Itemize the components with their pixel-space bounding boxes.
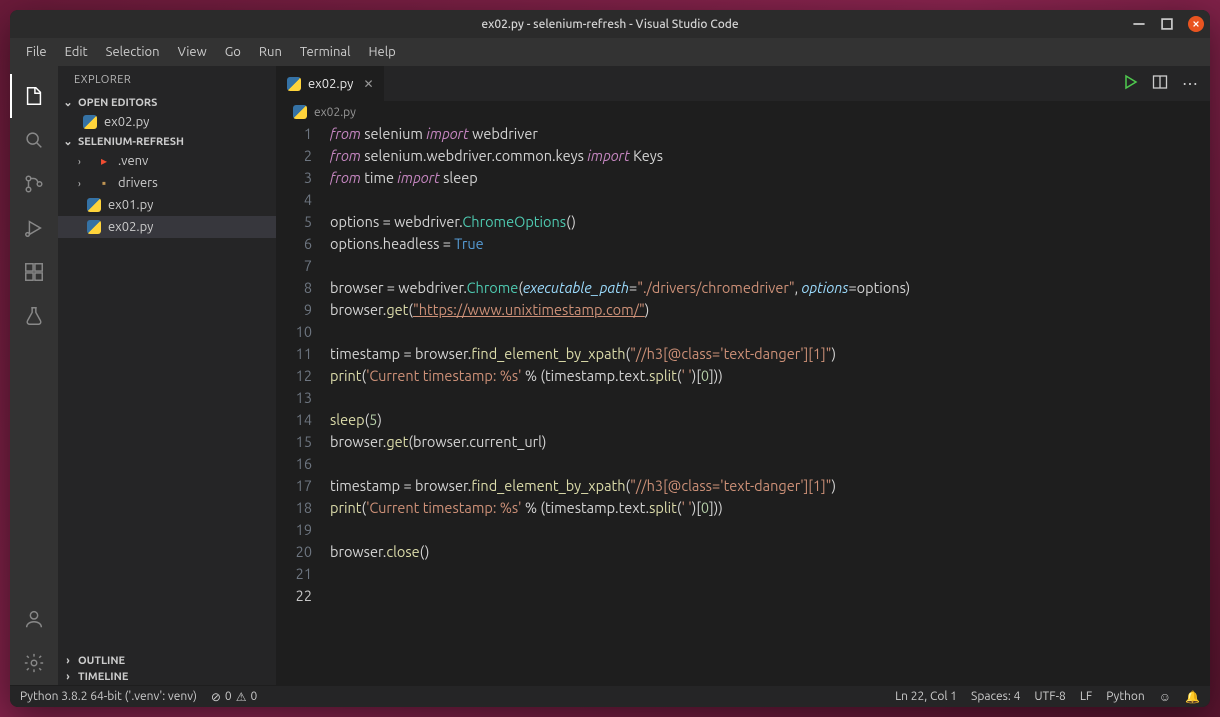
- close-button[interactable]: [1188, 16, 1204, 32]
- python-icon: [86, 197, 102, 213]
- menu-go[interactable]: Go: [217, 41, 249, 63]
- menubar: File Edit Selection View Go Run Terminal…: [10, 38, 1210, 66]
- python-icon: [86, 219, 102, 235]
- maximize-button[interactable]: [1160, 17, 1174, 31]
- folder-icon: ▪: [96, 175, 112, 191]
- python-icon: [286, 76, 302, 92]
- explorer-icon[interactable]: [10, 74, 58, 118]
- editor-actions: ⋯: [1110, 66, 1210, 101]
- sidebar: EXPLORER ⌄OPEN EDITORS ex02.py ⌄SELENIUM…: [58, 66, 276, 685]
- timeline-header[interactable]: ›TIMELINE: [58, 669, 276, 685]
- status-encoding[interactable]: UTF-8: [1034, 690, 1065, 703]
- editor: ex02.py✕ ⋯ ex02.py 123456789101112131415…: [276, 66, 1210, 685]
- status-eol[interactable]: LF: [1080, 690, 1092, 703]
- minimize-button[interactable]: [1132, 17, 1146, 31]
- code-area[interactable]: 12345678910111213141516171819202122 from…: [276, 123, 1210, 685]
- split-editor-icon[interactable]: [1152, 74, 1168, 94]
- breadcrumb[interactable]: ex02.py: [276, 101, 1210, 123]
- project-header[interactable]: ⌄SELENIUM-REFRESH: [58, 133, 276, 150]
- menu-view[interactable]: View: [170, 41, 215, 63]
- more-icon[interactable]: ⋯: [1182, 74, 1198, 93]
- menu-file[interactable]: File: [18, 41, 55, 63]
- folder-drivers[interactable]: ›▪drivers: [58, 172, 276, 194]
- menu-help[interactable]: Help: [360, 41, 403, 63]
- menu-edit[interactable]: Edit: [57, 41, 96, 63]
- search-icon[interactable]: [10, 118, 58, 162]
- close-icon[interactable]: ✕: [363, 77, 373, 91]
- file-ex01[interactable]: ex01.py: [58, 194, 276, 216]
- accounts-icon[interactable]: [10, 597, 58, 641]
- file-ex02[interactable]: ex02.py: [58, 216, 276, 238]
- status-feedback-icon[interactable]: ☺: [1159, 690, 1171, 704]
- vscode-window: ex02.py - selenium-refresh - Visual Stud…: [10, 10, 1210, 707]
- code-content[interactable]: from selenium import webdriverfrom selen…: [330, 123, 1210, 685]
- window-controls: [1132, 16, 1204, 32]
- status-spaces[interactable]: Spaces: 4: [971, 690, 1020, 703]
- menu-terminal[interactable]: Terminal: [292, 41, 359, 63]
- tabbar: ex02.py✕ ⋯: [276, 66, 1210, 101]
- status-bell-icon[interactable]: 🔔: [1185, 690, 1200, 704]
- sidebar-title: EXPLORER: [58, 66, 276, 94]
- open-editors-header[interactable]: ⌄OPEN EDITORS: [58, 94, 276, 111]
- testing-icon[interactable]: [10, 294, 58, 338]
- source-control-icon[interactable]: [10, 162, 58, 206]
- menu-selection[interactable]: Selection: [98, 41, 168, 63]
- gutter: 12345678910111213141516171819202122: [276, 123, 330, 685]
- extensions-icon[interactable]: [10, 250, 58, 294]
- run-debug-icon[interactable]: [10, 206, 58, 250]
- python-icon: [292, 104, 308, 120]
- folder-icon: ▸: [96, 153, 112, 169]
- outline-header[interactable]: ›OUTLINE: [58, 653, 276, 669]
- titlebar: ex02.py - selenium-refresh - Visual Stud…: [10, 10, 1210, 38]
- open-editor-item[interactable]: ex02.py: [58, 111, 276, 133]
- status-python[interactable]: Python 3.8.2 64-bit ('.venv': venv): [20, 690, 197, 703]
- folder-venv[interactable]: ›▸.venv: [58, 150, 276, 172]
- status-position[interactable]: Ln 22, Col 1: [895, 690, 957, 703]
- python-icon: [82, 114, 98, 130]
- settings-icon[interactable]: [10, 641, 58, 685]
- status-problems[interactable]: ⊘0⚠0: [211, 690, 257, 704]
- status-lang[interactable]: Python: [1106, 690, 1145, 703]
- activity-bar: [10, 66, 58, 685]
- menu-run[interactable]: Run: [251, 41, 290, 63]
- tab-ex02[interactable]: ex02.py✕: [276, 66, 385, 101]
- window-title: ex02.py - selenium-refresh - Visual Stud…: [10, 18, 1210, 31]
- statusbar: Python 3.8.2 64-bit ('.venv': venv) ⊘0⚠0…: [10, 685, 1210, 707]
- run-icon[interactable]: [1122, 74, 1138, 94]
